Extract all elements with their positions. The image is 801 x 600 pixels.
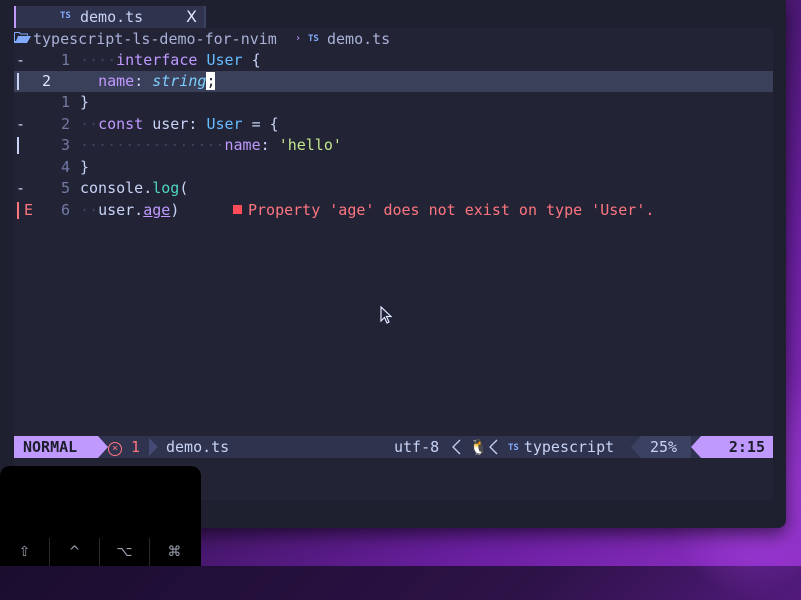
x-circle-icon: × bbox=[108, 442, 122, 456]
line-number: 1 bbox=[60, 51, 70, 69]
code-line[interactable]: 3 ················name: 'hello' bbox=[14, 135, 773, 156]
chevron-left-icon bbox=[489, 439, 498, 455]
code-line-error[interactable]: E 6 ··user.age) Property 'age' does not … bbox=[14, 200, 773, 221]
chevron-left-icon bbox=[452, 439, 461, 455]
cursor-position: 2:15 bbox=[701, 436, 773, 458]
code-line[interactable]: - 2 ··const user: User = { bbox=[14, 114, 773, 135]
penguin-icon: 🐧 bbox=[469, 438, 488, 456]
code-text: ··user.age) bbox=[80, 201, 180, 219]
terminal-window: TS demo.ts X typescript-ls-demo-for-nvim… bbox=[0, 0, 786, 528]
text-cursor: ; bbox=[206, 72, 216, 90]
code-line[interactable]: - 1 ····interface User { bbox=[14, 50, 773, 71]
code-text: } bbox=[80, 158, 90, 176]
line-number: 4 bbox=[60, 158, 70, 176]
error-count[interactable]: × 1 bbox=[108, 436, 140, 458]
command-key-icon[interactable]: ⌘ bbox=[150, 538, 199, 566]
breadcrumb-file[interactable]: demo.ts bbox=[327, 30, 390, 48]
code-text: ··name: string; bbox=[80, 72, 216, 90]
code-line-cursor[interactable]: 2 ··name: string; bbox=[14, 71, 773, 92]
mode-separator bbox=[98, 436, 108, 458]
statusline: NORMAL × 1 demo.ts utf-8 🐧 TS typescript … bbox=[14, 436, 773, 458]
tab-label: demo.ts bbox=[80, 8, 144, 26]
tab-demo-ts[interactable]: TS demo.ts X bbox=[16, 6, 206, 28]
code-line[interactable]: 4 } bbox=[14, 157, 773, 178]
line-number: 1 bbox=[60, 93, 70, 111]
error-square-icon bbox=[233, 205, 242, 214]
file-encoding: utf-8 bbox=[394, 438, 440, 456]
mode-indicator: NORMAL bbox=[14, 436, 98, 458]
code-line[interactable]: - 5 console.log( bbox=[14, 178, 773, 199]
line-number: 2 bbox=[60, 115, 70, 133]
typescript-file-icon: TS bbox=[308, 34, 319, 44]
git-sign bbox=[17, 137, 19, 154]
breadcrumb-folder[interactable]: typescript-ls-demo-for-nvim bbox=[33, 30, 277, 48]
modifier-keys: ⇧ ^ ⌥ ⌘ bbox=[0, 538, 201, 566]
neovim-editor[interactable]: TS demo.ts X typescript-ls-demo-for-nvim… bbox=[14, 6, 773, 500]
line-number: 5 bbox=[60, 179, 70, 197]
breadcrumb-separator: › bbox=[295, 33, 302, 44]
control-key-icon[interactable]: ^ bbox=[50, 538, 100, 566]
git-sign bbox=[17, 202, 19, 219]
error-underline: age bbox=[143, 201, 171, 219]
option-key-icon[interactable]: ⌥ bbox=[100, 538, 150, 566]
segment-separator bbox=[631, 436, 641, 458]
folder-open-icon bbox=[14, 32, 31, 43]
segment-separator bbox=[149, 438, 158, 456]
close-tab-icon[interactable]: X bbox=[186, 7, 197, 26]
code-text: ··const user: User = { bbox=[80, 115, 279, 133]
line-number: 6 bbox=[60, 201, 70, 219]
code-text: ················name: 'hello' bbox=[80, 136, 342, 154]
segment-separator bbox=[691, 436, 701, 458]
typescript-file-icon: TS bbox=[60, 11, 71, 21]
code-text: ····interface User { bbox=[80, 51, 261, 69]
tabline: TS demo.ts X bbox=[14, 6, 773, 28]
git-sign bbox=[17, 73, 19, 90]
typescript-file-icon: TS bbox=[508, 443, 519, 453]
diagnostic-message: Property 'age' does not exist on type 'U… bbox=[233, 201, 654, 219]
keyboard-overlay: ⇧ ^ ⌥ ⌘ bbox=[0, 466, 201, 566]
shift-key-icon[interactable]: ⇧ bbox=[0, 538, 50, 566]
line-number: 3 bbox=[60, 136, 70, 154]
status-filename: demo.ts bbox=[166, 438, 230, 456]
code-text: } bbox=[80, 93, 90, 111]
scroll-percent: 25% bbox=[641, 436, 691, 458]
code-text: console.log( bbox=[80, 179, 189, 197]
code-line[interactable]: 1 } bbox=[14, 92, 773, 113]
breadcrumb: typescript-ls-demo-for-nvim › TS demo.ts bbox=[14, 28, 773, 50]
filetype: TS typescript bbox=[508, 438, 615, 456]
mouse-pointer-icon bbox=[380, 306, 392, 324]
